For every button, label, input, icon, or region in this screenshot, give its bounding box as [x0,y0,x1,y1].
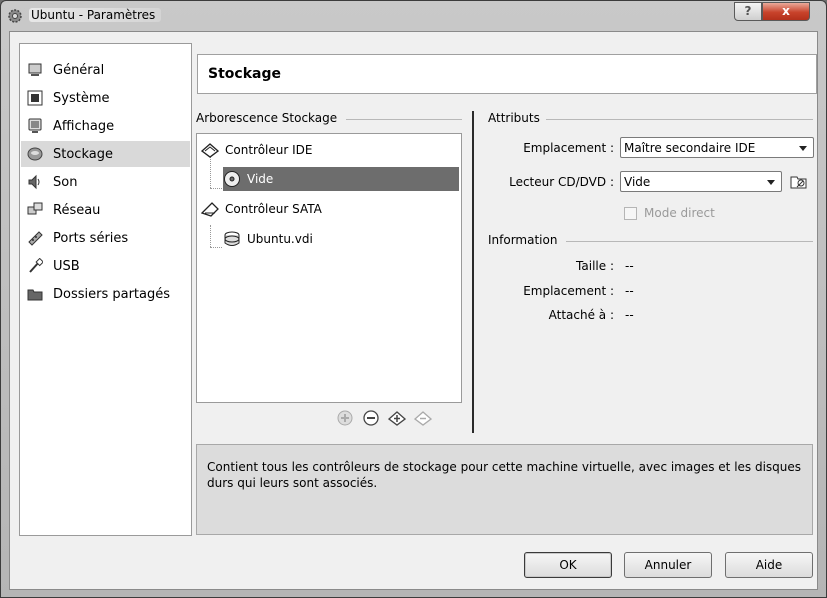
chevron-down-icon [799,146,807,151]
tree-node-label: Contrôleur SATA [225,202,322,216]
display-icon [27,118,43,134]
chip-icon [27,90,43,106]
divider [566,241,813,242]
vertical-splitter[interactable] [472,111,474,433]
sidebar-item-system[interactable]: Système [21,85,190,111]
tree-toolbar [335,408,433,428]
size-label: Taille : [576,259,614,273]
network-icon [27,202,43,218]
storage-tree-group-title: Arborescence Stockage [196,111,343,125]
sidebar-item-label: Ports séries [53,230,129,246]
location-label: Emplacement : [523,141,614,155]
ok-button[interactable]: OK [524,552,612,578]
page-header: Stockage [197,54,817,94]
info-location-label: Emplacement : [523,284,614,298]
location-select[interactable]: Maître secondaire IDE [620,137,814,158]
cd-drive-select[interactable]: Vide [620,171,782,192]
sidebar-item-storage[interactable]: Stockage [21,141,190,167]
window-title: Ubuntu - Paramètres [29,8,162,22]
storage-tree[interactable]: Contrôleur IDE Vide Contrôleur SATA Ubun… [196,133,462,403]
sidebar-item-label: Dossiers partagés [53,286,171,302]
close-button[interactable]: x [762,2,810,21]
description-text: Contient tous les contrôleurs de stockag… [207,460,802,490]
monitor-icon [27,62,43,78]
cd-icon [223,170,241,188]
sidebar-item-label: Général [53,62,105,78]
remove-controller-icon[interactable] [413,408,433,428]
tree-node-label: Contrôleur IDE [225,143,313,157]
cancel-button[interactable]: Annuler [624,552,712,578]
location-select-value: Maître secondaire IDE [624,141,756,155]
disk-icon [27,146,43,162]
tree-node-empty-cd[interactable]: Vide [223,167,459,191]
sidebar-item-label: Affichage [53,118,115,134]
chevron-down-icon [767,180,775,185]
info-location-value: -- [625,284,634,298]
attached-value: -- [625,308,634,322]
speaker-icon [27,174,43,190]
tree-connector [210,188,222,189]
title-bar[interactable]: Ubuntu - Paramètres ? x [1,1,826,31]
cd-drive-select-value: Vide [624,175,651,189]
tree-node-label: Vide [247,172,274,186]
help-button[interactable]: Aide [725,552,813,578]
sidebar-item-usb[interactable]: USB [21,253,190,279]
sidebar-item-serial-ports[interactable]: Ports séries [21,225,190,251]
ide-controller-icon [201,141,219,159]
sidebar-item-sound[interactable]: Son [21,169,190,195]
divider [346,119,462,120]
sidebar-item-display[interactable]: Affichage [21,113,190,139]
sidebar-item-label: USB [53,258,80,274]
cd-drive-label: Lecteur CD/DVD : [509,175,614,189]
page-title: Stockage [208,66,281,82]
add-controller-plus-icon[interactable] [387,408,407,428]
sidebar-item-label: Son [53,174,78,190]
folder-icon [27,286,43,302]
description-panel: Contient tous les contrôleurs de stockag… [196,444,813,535]
hard-disk-icon [223,230,241,248]
sidebar-item-general[interactable]: Général [21,57,190,83]
direct-mode-label: Mode direct [644,206,715,220]
choose-disk-image-icon[interactable] [789,171,809,191]
add-controller-icon[interactable] [335,408,355,428]
attached-label: Attaché à : [548,308,614,322]
size-value: -- [625,259,634,273]
tree-node-sata-controller[interactable]: Contrôleur SATA [201,197,457,221]
serial-port-icon [27,230,43,246]
add-attachment-icon[interactable] [361,408,381,428]
settings-window: Ubuntu - Paramètres ? x Général Système … [0,0,827,598]
information-group-title: Information [488,233,563,247]
sidebar-item-label: Réseau [53,202,101,218]
tree-connector [210,247,222,248]
attributes-group-title: Attributs [488,111,545,125]
divider [546,119,813,120]
tree-node-ubuntu-vdi[interactable]: Ubuntu.vdi [223,227,459,251]
help-title-button[interactable]: ? [734,2,762,21]
sata-controller-icon [201,200,219,218]
tree-node-ide-controller[interactable]: Contrôleur IDE [201,138,457,162]
sidebar-item-label: Stockage [53,146,113,162]
category-list[interactable]: Général Système Affichage Stockage Son R… [19,43,192,536]
usb-icon [27,258,43,274]
direct-mode-checkbox[interactable] [624,207,637,220]
gear-icon [7,8,23,24]
sidebar-item-network[interactable]: Réseau [21,197,190,223]
sidebar-item-shared-folders[interactable]: Dossiers partagés [21,281,190,307]
sidebar-item-label: Système [53,90,110,106]
tree-connector [210,225,211,247]
tree-node-label: Ubuntu.vdi [247,232,313,246]
